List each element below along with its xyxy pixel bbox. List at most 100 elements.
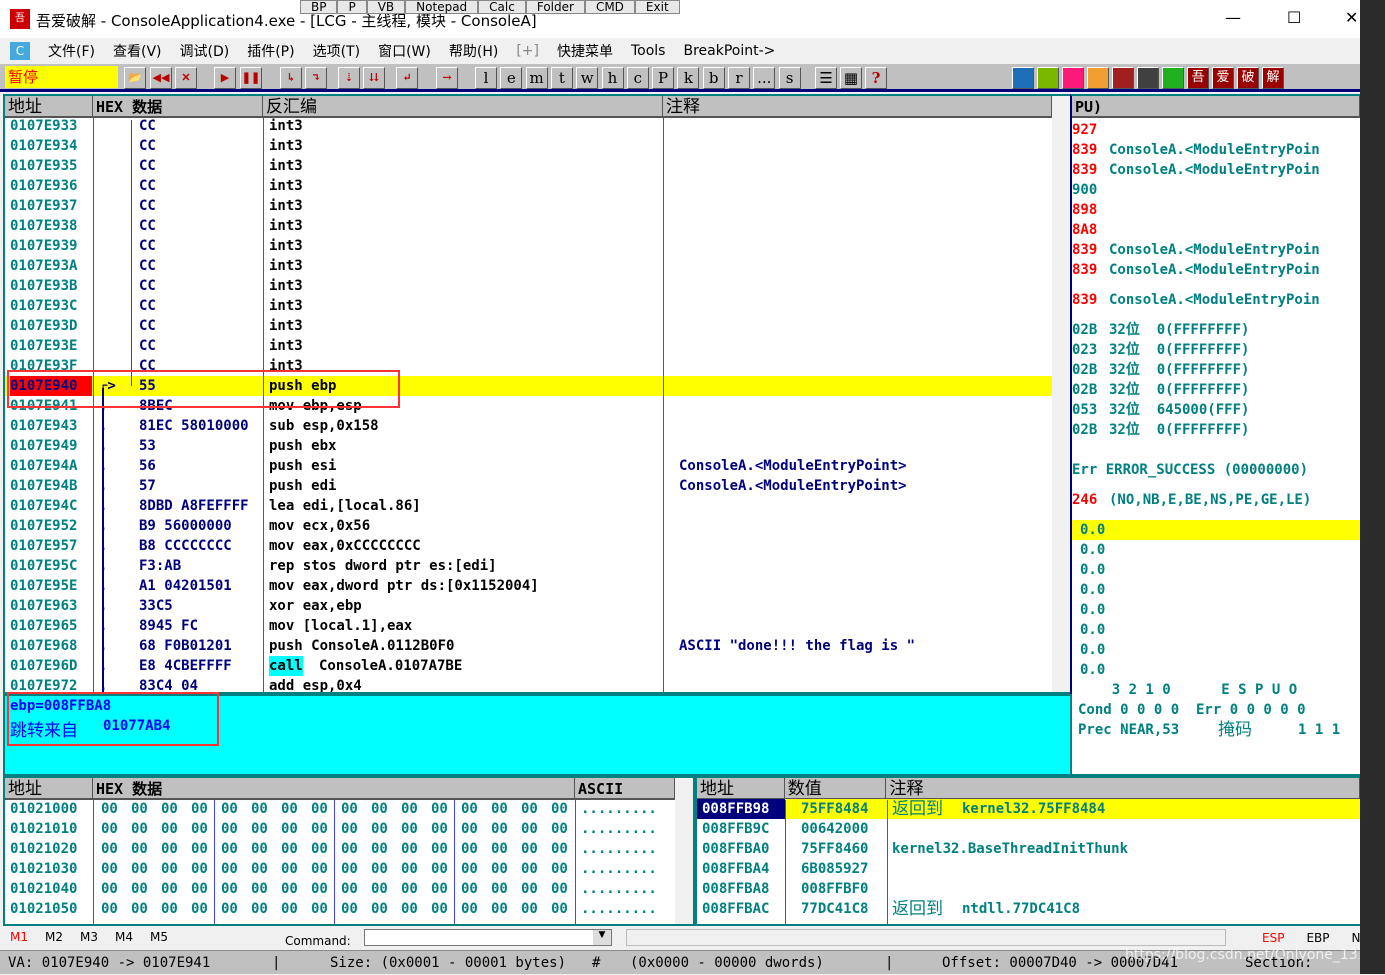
trace-into-icon[interactable]: ⇣ [338, 67, 360, 89]
updown-icon[interactable] [1037, 67, 1059, 89]
disasm-row[interactable]: 0107E936 CC int3 [5, 176, 1052, 196]
memory-tab-m5[interactable]: M5 [150, 930, 168, 944]
menu-item[interactable]: 查看(V) [113, 41, 162, 61]
disasm-row[interactable]: 0107E968.68 F0B01201push ConsoleA.0112B0… [5, 636, 1052, 656]
grid-icon[interactable]: ▦ [840, 67, 862, 89]
restart-icon[interactable]: ◀◀ [150, 67, 172, 89]
toolbar-button-b[interactable]: b [702, 67, 725, 89]
disasm-row[interactable]: 0107E934 CC int3 [5, 136, 1052, 156]
a-icon[interactable] [1062, 67, 1084, 89]
column-header[interactable]: ASCII [575, 778, 675, 798]
column-header[interactable]: 注释 [663, 96, 1052, 116]
column-header[interactable]: 反汇编 [263, 96, 663, 116]
fpu-register[interactable]: 0.0 [1072, 620, 1360, 640]
fpu-register[interactable]: 0.0 [1072, 580, 1360, 600]
window-icon[interactable] [1162, 67, 1184, 89]
disasm-row[interactable]: 0107E93E CC int3 [5, 336, 1052, 356]
column-header[interactable]: HEX 数据 [93, 96, 263, 116]
maximize-button[interactable]: ☐ [1287, 8, 1301, 27]
menu-item[interactable]: 快捷菜单 [557, 41, 613, 61]
open-icon[interactable]: 📂 [124, 67, 146, 89]
toolbar-button-k[interactable]: k [677, 67, 700, 89]
trace-over-icon[interactable]: ⇊ [363, 67, 385, 89]
disasm-row[interactable]: 0107E937 CC int3 [5, 196, 1052, 216]
fpu-register[interactable]: 0.0 [1072, 660, 1360, 680]
disasm-row[interactable]: 0107E93B CC int3 [5, 276, 1052, 296]
toolbar-button-l[interactable]: l [475, 67, 497, 89]
step-over-icon[interactable]: ↴ [305, 67, 327, 89]
target-icon[interactable] [1112, 67, 1134, 89]
toolbar-button-t[interactable]: t [550, 67, 573, 89]
menu-item[interactable]: 窗口(W) [378, 41, 431, 61]
memory-tab-m4[interactable]: M4 [115, 930, 133, 944]
disasm-row[interactable]: 0107E93D CC int3 [5, 316, 1052, 336]
disasm-row[interactable]: 0107E939 CC int3 [5, 236, 1052, 256]
toolbar-button-more[interactable]: ... [753, 67, 776, 89]
stack-row[interactable]: 008FFBAC 77DC41C8 返回到 ntdll.77DC41C8 [697, 899, 1360, 919]
disasm-row[interactable]: 0107E94B.57push ediConsoleA.<ModuleEntry… [5, 476, 1052, 496]
quick-button-cmd[interactable]: CMD [584, 0, 635, 14]
column-header[interactable]: 地址 [697, 778, 785, 798]
quick-button-p[interactable]: P [337, 0, 367, 14]
toolbar-button-s[interactable]: s [778, 67, 801, 89]
disasm-row[interactable]: 0107E933 CC int3 [5, 116, 1052, 136]
pojie-icon-1[interactable]: 爱 [1212, 67, 1234, 89]
disasm-row[interactable]: 0107E938 CC int3 [5, 216, 1052, 236]
disasm-row[interactable]: 0107E94A.56push esiConsoleA.<ModuleEntry… [5, 456, 1052, 476]
pause-icon[interactable]: ❚❚ [240, 67, 262, 89]
menu-item[interactable]: [+] [516, 43, 539, 59]
swap-icon[interactable] [1012, 67, 1034, 89]
record-icon[interactable] [1087, 67, 1109, 89]
menu-item[interactable]: 调试(D) [180, 41, 230, 61]
list-icon[interactable]: ☰ [815, 67, 837, 89]
quick-button-vb[interactable]: VB [366, 0, 406, 14]
help-button[interactable]: ? [865, 67, 887, 89]
stack-row[interactable]: 008FFB98 75FF8484 返回到 kernel32.75FF8484 [697, 799, 1360, 819]
pojie-icon-3[interactable]: 解 [1262, 67, 1284, 89]
disassembly-scrollbar[interactable] [1052, 96, 1070, 692]
toolbar-button-r[interactable]: r [728, 67, 750, 89]
toolbar-button-e[interactable]: e [500, 67, 523, 89]
execute-till-return-icon[interactable]: ↵ [396, 67, 418, 89]
fpu-register[interactable]: 0.0 [1072, 560, 1360, 580]
chevron-down-icon[interactable]: ▼ [593, 930, 611, 945]
fpu-register[interactable]: 0.0 [1072, 640, 1360, 660]
column-header[interactable]: 注释 [886, 778, 1360, 798]
disasm-row[interactable]: 0107E952.B9 56000000mov ecx,0x56 [5, 516, 1052, 536]
stack-row[interactable]: 008FFBA4 6B085927 [697, 859, 1360, 879]
toolbar-button-c[interactable]: c [626, 67, 649, 89]
fpu-register[interactable]: 0.0 [1072, 520, 1360, 540]
disasm-row[interactable]: 0107E949.53push ebx [5, 436, 1052, 456]
quick-button-calc[interactable]: Calc [478, 0, 526, 14]
fpu-register[interactable]: 0.0 [1072, 540, 1360, 560]
column-header[interactable]: HEX 数据 [93, 778, 575, 798]
fpu-register[interactable]: 0.0 [1072, 600, 1360, 620]
cpu-window-icon[interactable]: C [10, 42, 30, 60]
column-header[interactable]: 地址 [5, 778, 93, 798]
disasm-row[interactable]: 0107E965.8945 FCmov [local.1],eax [5, 616, 1052, 636]
disasm-row[interactable]: 0107E93C CC int3 [5, 296, 1052, 316]
pojie-icon-2[interactable]: 破 [1237, 67, 1259, 89]
toolbar-button-m[interactable]: m [525, 67, 548, 89]
goto-icon[interactable]: → [436, 67, 458, 89]
disasm-row[interactable]: 0107E94C.8DBD A8FEFFFFlea edi,[local.86] [5, 496, 1052, 516]
dump-scrollbar[interactable] [675, 778, 693, 924]
binary-icon[interactable] [1137, 67, 1159, 89]
quick-button-bp[interactable]: BP [300, 0, 338, 14]
disasm-row[interactable]: 0107E935 CC int3 [5, 156, 1052, 176]
disasm-row[interactable]: 0107E95E.A1 04201501mov eax,dword ptr ds… [5, 576, 1052, 596]
registers-pane[interactable]: PU) 927 839 ConsoleA.<ModuleEntryPoin 839 Co… [1070, 94, 1362, 776]
stack-row[interactable]: 008FFB9C 00642000 [697, 819, 1360, 839]
menu-item[interactable]: 帮助(H) [449, 41, 498, 61]
step-into-icon[interactable]: ↳ [280, 67, 302, 89]
memory-dump-pane[interactable]: 地址 HEX 数据 ASCII 01021000 00 00 00 00 00 00 00 00 00… [3, 776, 695, 926]
disassembly-pane[interactable]: 地址 HEX 数据 反汇编 注释 0107E933 CC int3 0107E934 CC in… [3, 94, 1072, 694]
disasm-row[interactable]: 0107E957.B8 CCCCCCCCmov eax,0xCCCCCCCC [5, 536, 1052, 556]
close-icon[interactable]: ✕ [175, 67, 197, 89]
close-button[interactable]: ✕ [1345, 8, 1358, 27]
stack-pane[interactable]: 地址 数值 注释 008FFB98 75FF8484 返回到 kernel32.75FF8… [695, 776, 1362, 926]
toolbar-button-h[interactable]: h [601, 67, 624, 89]
memory-tab-m1[interactable]: M1 [10, 930, 28, 944]
memory-tab-m2[interactable]: M2 [45, 930, 63, 944]
disasm-row[interactable]: 0107E95C.F3:ABrep stos dword ptr es:[edi… [5, 556, 1052, 576]
